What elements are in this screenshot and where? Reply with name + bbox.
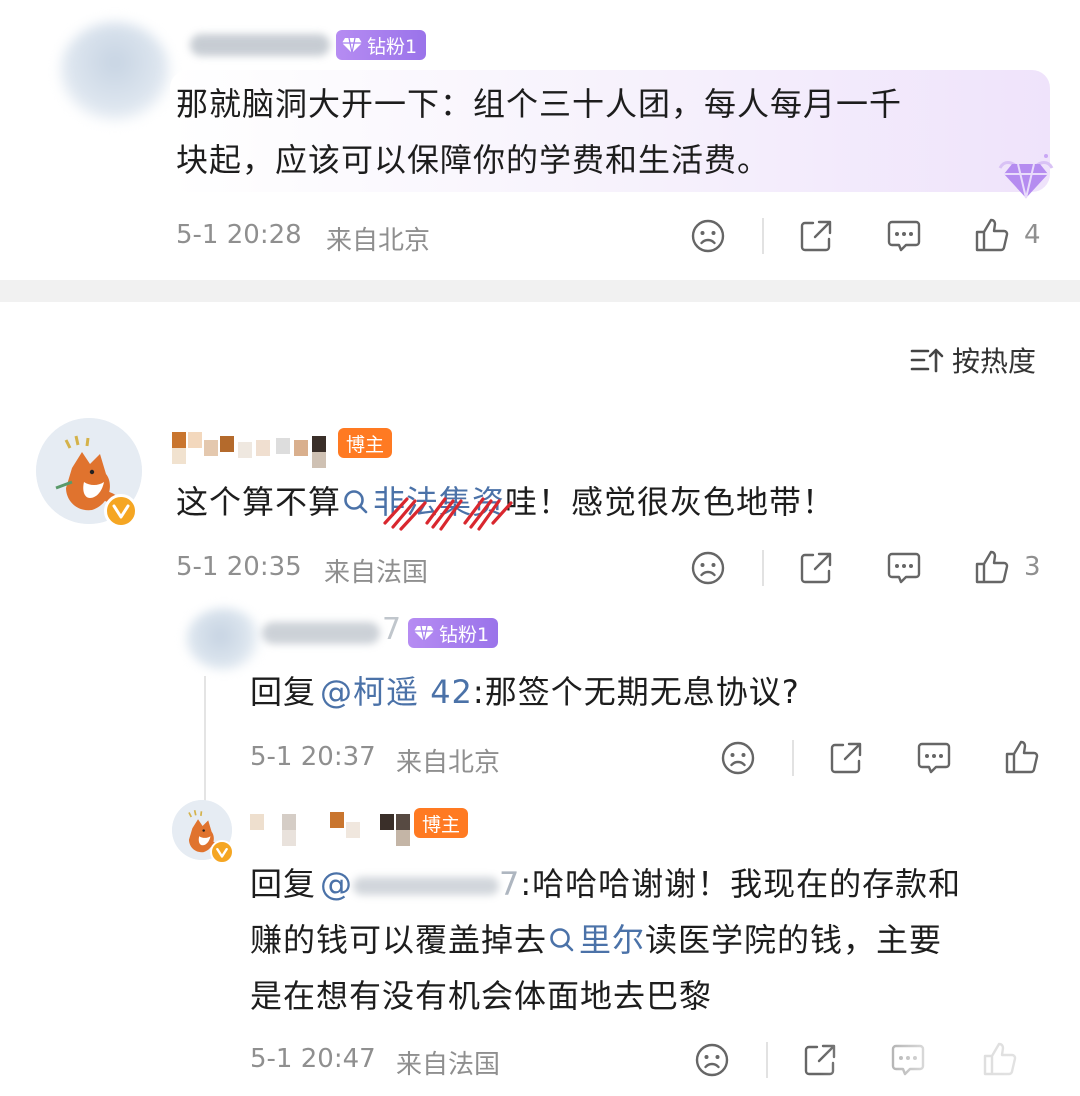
- diamond-icon: [342, 37, 362, 53]
- diamond-icon: [414, 625, 434, 641]
- mention-link[interactable]: @柯遥 42: [320, 673, 473, 711]
- scribble-overlay: [383, 497, 513, 531]
- badge-label: 钻粉1: [367, 35, 418, 58]
- reply-text: 回复 @柯遥 42:那签个无期无息协议?: [250, 673, 800, 711]
- thumbs-up-icon: [1005, 740, 1039, 774]
- comment-location: 来自北京: [326, 226, 431, 256]
- share-button[interactable]: [798, 218, 834, 254]
- divider: [762, 550, 764, 586]
- mention-link[interactable]: @7: [320, 865, 520, 903]
- verified-v-icon: [104, 494, 138, 528]
- diamond-decoration-icon: [994, 150, 1058, 202]
- dislike-button[interactable]: [694, 1042, 730, 1078]
- sort-label: 按热度: [952, 345, 1037, 378]
- username-blurred[interactable]: [190, 34, 330, 56]
- host-badge: 博主: [414, 808, 468, 838]
- like-button[interactable]: [974, 548, 1010, 586]
- comment-text: 这个算不算 非法集资 哇！感觉很灰色地带！: [176, 474, 835, 531]
- sad-face-icon: [691, 551, 725, 585]
- sort-toggle[interactable]: 按热度: [910, 340, 1036, 380]
- dislike-button[interactable]: [690, 550, 726, 586]
- share-icon: [830, 742, 862, 774]
- dislike-button[interactable]: [690, 218, 726, 254]
- divider: [762, 218, 764, 254]
- sad-face-icon: [695, 1043, 729, 1077]
- badge-label: 博主: [345, 433, 384, 456]
- section-separator: [0, 280, 1080, 302]
- topic-link[interactable]: 里尔: [547, 921, 645, 959]
- avatar[interactable]: [60, 22, 170, 122]
- share-icon: [800, 220, 832, 252]
- sad-face-icon: [721, 741, 755, 775]
- verified-v-icon: [210, 840, 234, 864]
- divider: [792, 740, 794, 776]
- username-mosaic[interactable]: [250, 808, 416, 846]
- thumbs-up-icon: [975, 218, 1009, 252]
- divider: [766, 1042, 768, 1078]
- search-icon: [343, 488, 369, 516]
- share-button[interactable]: [798, 550, 834, 586]
- reply-text: 回复 @7:哈哈哈谢谢！我现在的存款和 赚的钱可以覆盖掉去 里尔读医学院的钱，主要 …: [250, 865, 962, 1015]
- share-button[interactable]: [828, 740, 864, 776]
- thumbs-up-icon: [975, 550, 1009, 584]
- comment-text: 那就脑洞大开一下：组个三十人团，每人每月一千 块起，应该可以保障你的学费和生活费…: [176, 85, 903, 179]
- watermark-fade: [820, 1036, 1080, 1096]
- dislike-button[interactable]: [720, 740, 756, 776]
- fan-badge: 钻粉1: [336, 30, 427, 60]
- comment-button[interactable]: [886, 218, 922, 254]
- like-count: 3: [1024, 552, 1041, 582]
- like-button[interactable]: [1004, 738, 1040, 776]
- comment-time: 5-1 20:37: [250, 742, 376, 772]
- comment-location: 来自北京: [396, 748, 501, 778]
- badge-label: 博主: [421, 813, 460, 836]
- mention-blurred: [353, 877, 500, 895]
- comment-button[interactable]: [886, 550, 922, 586]
- like-count: 4: [1024, 220, 1041, 250]
- comment-icon: [917, 742, 951, 774]
- username-tail: 7: [382, 612, 402, 647]
- comment-icon: [887, 220, 921, 252]
- comment-location: 来自法国: [396, 1050, 501, 1080]
- avatar[interactable]: [186, 608, 262, 670]
- comment-time: 5-1 20:28: [176, 220, 302, 250]
- sad-face-icon: [691, 219, 725, 253]
- comment-button[interactable]: [916, 740, 952, 776]
- comment-icon: [887, 552, 921, 584]
- username-mosaic[interactable]: [172, 430, 342, 468]
- share-icon: [800, 552, 832, 584]
- thread-line: [204, 676, 206, 804]
- fan-badge: 钻粉1: [408, 618, 499, 648]
- comment-time: 5-1 20:35: [176, 552, 302, 582]
- sort-icon: [910, 348, 944, 373]
- username-blurred[interactable]: [262, 622, 380, 644]
- like-button[interactable]: [974, 216, 1010, 254]
- badge-label: 钻粉1: [439, 623, 490, 646]
- comment-time: 5-1 20:47: [250, 1044, 376, 1074]
- search-icon: [549, 926, 575, 954]
- host-badge: 博主: [338, 428, 392, 458]
- comment-location: 来自法国: [324, 558, 429, 588]
- topic-link[interactable]: 非法集资: [341, 483, 513, 531]
